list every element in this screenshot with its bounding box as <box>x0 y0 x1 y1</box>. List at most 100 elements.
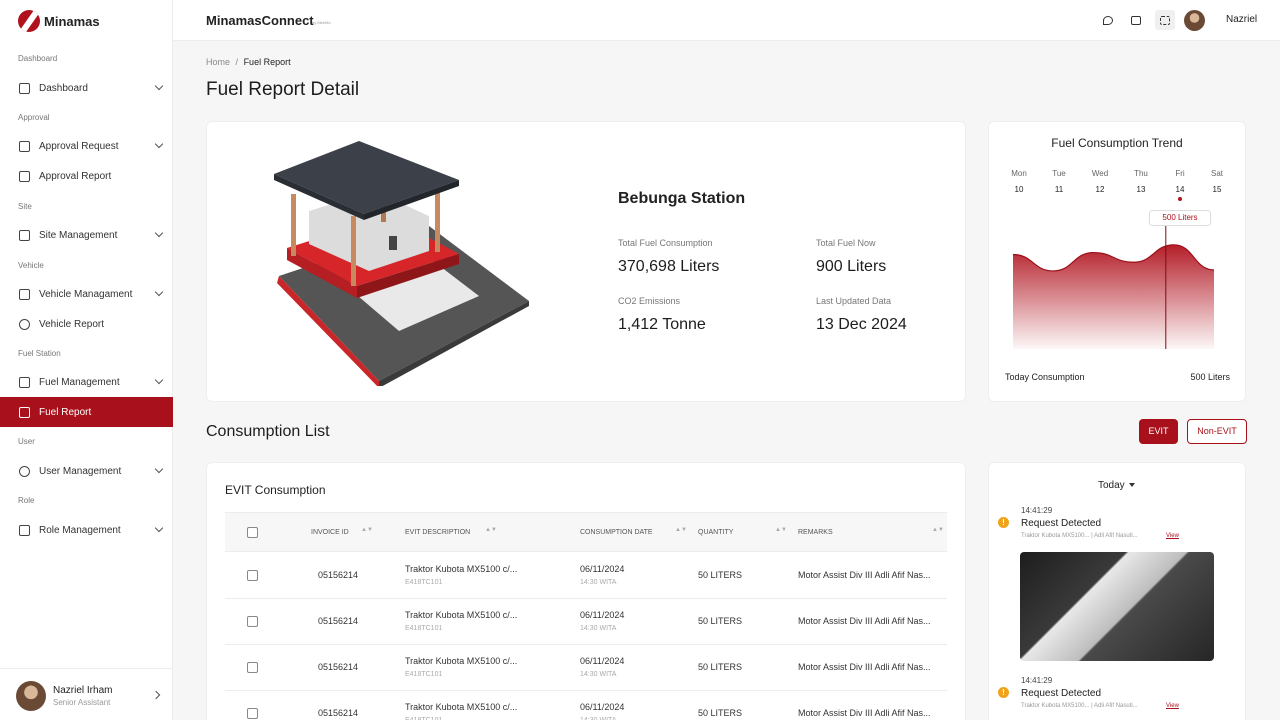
sort-icon[interactable]: ▲▼ <box>485 527 497 533</box>
sidebar-item-dashboard[interactable]: Dashboard <box>0 73 173 103</box>
table-row[interactable]: 05156214Traktor Kubota MX5100 c/...E418T… <box>225 645 947 691</box>
sidebar-item-approval-report[interactable]: Approval Report <box>0 161 173 191</box>
evit-code: E418TC101 <box>405 625 443 632</box>
today-consumption-value: 500 Liters <box>1190 372 1230 382</box>
column-quantity[interactable]: QUANTITY <box>698 529 733 536</box>
quantity: 50 LITERS <box>698 616 743 626</box>
notification-icon[interactable] <box>1100 12 1116 28</box>
date-label[interactable]: 10 <box>1006 185 1032 194</box>
date-label[interactable]: 14 <box>1167 185 1193 194</box>
sidebar-user-profile[interactable]: Nazriel Irham Senior Assistant <box>0 668 173 720</box>
mail-icon[interactable] <box>1128 12 1144 28</box>
logo-mark-icon <box>18 10 40 32</box>
avatar <box>16 681 46 711</box>
warning-icon: ! <box>998 687 1009 698</box>
breadcrumb-separator: / <box>235 57 239 67</box>
table-row[interactable]: 05156214Traktor Kubota MX5100 c/...E418T… <box>225 691 947 720</box>
trend-chart <box>1012 222 1215 349</box>
sidebar-item-approval-request[interactable]: Approval Request <box>0 131 173 161</box>
sidebar-item-label: Approval Request <box>39 140 119 152</box>
sort-icon[interactable]: ▲▼ <box>932 527 944 533</box>
vehicle-search-icon <box>19 318 30 330</box>
warning-icon: ! <box>998 517 1009 528</box>
user-name: Nazriel Irham <box>53 685 113 696</box>
events-filter-dropdown[interactable]: Today <box>1098 480 1135 491</box>
logo[interactable]: Minamas <box>18 10 100 32</box>
sidebar: Minamas Dashboard Dashboard Approval App… <box>0 0 173 720</box>
select-all-checkbox[interactable] <box>247 527 258 538</box>
column-description[interactable]: EVIT DESCRIPTION <box>405 529 470 536</box>
column-date[interactable]: CONSUMPTION DATE <box>580 529 653 536</box>
section-dashboard: Dashboard <box>18 54 58 63</box>
sidebar-item-site-management[interactable]: Site Management <box>0 220 173 250</box>
section-user: User <box>18 437 35 446</box>
dashboard-icon <box>19 82 30 94</box>
section-fuel-station: Fuel Station <box>18 349 61 358</box>
row-checkbox[interactable] <box>247 662 258 673</box>
document-icon <box>19 140 30 152</box>
trend-title: Fuel Consumption Trend <box>1051 136 1183 150</box>
day-label[interactable]: Wed <box>1087 169 1113 178</box>
sort-icon[interactable]: ▲▼ <box>775 527 787 533</box>
sort-icon[interactable]: ▲▼ <box>675 527 687 533</box>
date-label[interactable]: 12 <box>1087 185 1113 194</box>
section-role: Role <box>18 496 35 505</box>
row-checkbox[interactable] <box>247 616 258 627</box>
quantity: 50 LITERS <box>698 570 743 580</box>
consumption-time: 14:30 WITA <box>580 671 617 678</box>
station-card: Bebunga Station Total Fuel Consumption 3… <box>206 121 966 402</box>
trend-area <box>1013 244 1214 349</box>
day-label[interactable]: Thu <box>1128 169 1154 178</box>
section-approval: Approval <box>18 113 50 122</box>
date-label[interactable]: 15 <box>1204 185 1230 194</box>
co2-emissions-label: CO2 Emissions <box>618 296 681 306</box>
row-checkbox[interactable] <box>247 570 258 581</box>
sidebar-item-user-management[interactable]: User Management <box>0 456 173 486</box>
consumption-time: 14:30 WITA <box>580 625 617 632</box>
sidebar-item-role-management[interactable]: Role Management <box>0 515 173 545</box>
fullscreen-icon[interactable] <box>1155 10 1175 30</box>
chevron-down-icon <box>154 375 164 385</box>
sidebar-item-fuel-management[interactable]: Fuel Management <box>0 367 173 397</box>
sidebar-item-label: Vehicle Report <box>39 318 105 330</box>
table-row[interactable]: 05156214Traktor Kubota MX5100 c/...E418T… <box>225 553 947 599</box>
event-view-link[interactable]: View <box>1166 703 1179 709</box>
sidebar-item-label: Vehicle Managament <box>39 288 133 300</box>
date-label[interactable]: 11 <box>1046 185 1072 194</box>
sort-icon[interactable]: ▲▼ <box>361 527 373 533</box>
sidebar-item-label: Role Management <box>39 524 121 536</box>
non-evit-button[interactable]: Non-EVIT <box>1187 419 1247 444</box>
invoice-id: 05156214 <box>318 708 359 718</box>
sidebar-item-vehicle-report[interactable]: Vehicle Report <box>0 309 173 339</box>
day-label[interactable]: Tue <box>1046 169 1072 178</box>
table-row[interactable]: 05156214Traktor Kubota MX5100 c/...E418T… <box>225 599 947 645</box>
event-view-link[interactable]: View <box>1166 533 1179 539</box>
car-icon <box>19 288 30 300</box>
evit-button[interactable]: EVIT <box>1139 419 1178 444</box>
day-label[interactable]: Mon <box>1006 169 1032 178</box>
consumption-date: 06/11/2024 <box>580 610 625 620</box>
header-user-name[interactable]: Nazriel <box>1226 14 1257 25</box>
chevron-down-icon <box>154 287 164 297</box>
day-label[interactable]: Sat <box>1204 169 1230 178</box>
today-consumption-label: Today Consumption <box>1005 372 1085 382</box>
app-title: MinamasConnect <box>206 13 314 28</box>
breadcrumb-home[interactable]: Home <box>206 57 230 67</box>
sidebar-item-vehicle-management[interactable]: Vehicle Managament <box>0 279 173 309</box>
cctv-snapshot[interactable] <box>1020 552 1214 661</box>
date-label[interactable]: 13 <box>1128 185 1154 194</box>
quantity: 50 LITERS <box>698 708 743 718</box>
remarks: Motor Assist Div III Adli Afif Nas... <box>798 662 931 672</box>
sidebar-item-fuel-report[interactable]: Fuel Report <box>0 397 173 427</box>
chevron-down-icon <box>154 228 164 238</box>
event-title: Request Detected <box>1021 518 1102 529</box>
row-checkbox[interactable] <box>247 708 258 719</box>
header-avatar[interactable] <box>1184 10 1205 31</box>
fuel-icon <box>19 376 30 388</box>
column-remarks[interactable]: REMARKS <box>798 529 833 536</box>
sidebar-item-label: Approval Report <box>39 170 112 182</box>
day-label[interactable]: Fri <box>1167 169 1193 178</box>
column-invoice[interactable]: INVOICE ID <box>311 529 349 536</box>
last-updated-value: 13 Dec 2024 <box>816 316 907 333</box>
station-illustration <box>274 141 529 386</box>
